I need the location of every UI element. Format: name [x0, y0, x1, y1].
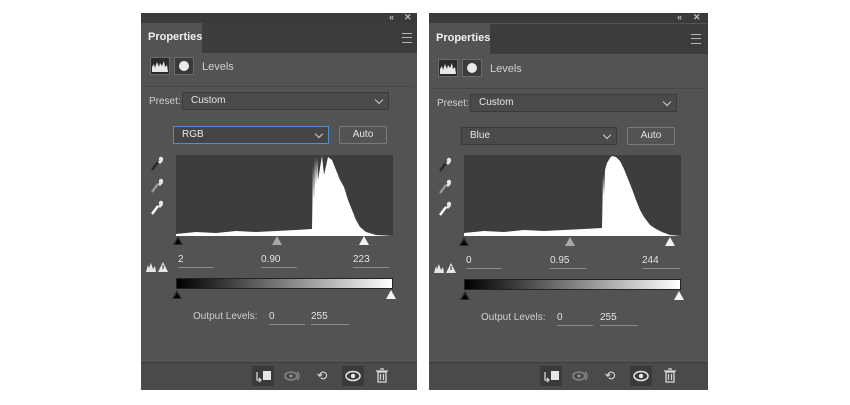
auto-button[interactable]: Auto [627, 127, 675, 145]
tab-bar: Properties [141, 23, 417, 53]
input-black-field[interactable]: 2 [178, 254, 214, 268]
view-previous-state-icon[interactable] [282, 366, 304, 386]
panel-top-strip: « ✕ [141, 12, 417, 23]
output-levels-slider[interactable] [460, 291, 684, 301]
channel-dropdown[interactable]: RGB [173, 126, 329, 144]
levels-adjustment-icon [150, 57, 170, 75]
histogram-shape [464, 156, 681, 236]
collapse-icon[interactable]: « [389, 12, 394, 22]
preset-label: Preset: [437, 98, 469, 109]
output-levels-label: Output Levels: [193, 311, 258, 322]
eye-icon[interactable] [342, 366, 364, 386]
output-black-field[interactable]: 0 [557, 312, 593, 326]
input-black-field[interactable]: 0 [466, 255, 502, 269]
output-white-field[interactable]: 255 [600, 312, 638, 326]
properties-panel-1: « ✕ Properties Levels Preset: Custom RGB… [141, 12, 417, 390]
channel-dropdown[interactable]: Blue [461, 127, 617, 145]
close-icon[interactable]: ✕ [693, 12, 701, 23]
black-point-eyedropper-icon[interactable] [438, 157, 452, 173]
input-white-handle[interactable] [665, 237, 675, 246]
output-white-handle[interactable] [386, 290, 396, 299]
tab-bar: Properties [429, 24, 708, 54]
properties-panel-2: « ✕ Properties Levels Preset: Custom Blu… [429, 12, 708, 390]
input-levels-slider[interactable] [173, 236, 393, 246]
input-white-field[interactable]: 244 [642, 255, 680, 269]
auto-button[interactable]: Auto [339, 126, 387, 144]
input-gamma-handle[interactable] [565, 237, 575, 246]
clipping-warning-icon[interactable] [434, 262, 456, 273]
input-gamma-field[interactable]: 0.90 [261, 254, 297, 268]
output-black-handle[interactable] [172, 290, 182, 299]
output-levels-label: Output Levels: [481, 312, 546, 323]
input-gamma-field[interactable]: 0.95 [550, 255, 586, 269]
tab-properties[interactable]: Properties [141, 23, 202, 53]
adjustment-title: Levels [490, 63, 522, 75]
layer-mask-icon[interactable] [174, 57, 194, 75]
input-white-handle[interactable] [359, 236, 369, 245]
bottom-toolbar: ⟲ [141, 362, 417, 390]
output-levels-slider[interactable] [172, 290, 396, 300]
close-icon[interactable]: ✕ [404, 12, 412, 23]
preset-label: Preset: [149, 96, 181, 107]
histogram-shape [176, 156, 393, 236]
histogram [464, 155, 681, 236]
input-white-field[interactable]: 223 [353, 254, 389, 268]
output-black-handle[interactable] [460, 291, 470, 300]
tab-properties[interactable]: Properties [429, 24, 490, 54]
preset-dropdown[interactable]: Custom [182, 92, 389, 110]
collapse-icon[interactable]: « [677, 12, 682, 22]
view-previous-state-icon[interactable] [570, 366, 592, 386]
channel-value: RGB [182, 129, 204, 140]
reset-icon[interactable]: ⟲ [311, 366, 333, 386]
preset-value: Custom [191, 95, 226, 106]
white-point-eyedropper-icon[interactable] [438, 201, 452, 217]
input-gamma-handle[interactable] [272, 236, 282, 245]
chevron-down-icon [314, 129, 324, 139]
black-point-eyedropper-icon[interactable] [150, 156, 164, 172]
output-gradient-bar [464, 279, 681, 290]
input-black-handle[interactable] [459, 237, 469, 246]
clipping-warning-icon[interactable] [146, 261, 168, 272]
trash-icon[interactable] [371, 366, 393, 386]
preset-dropdown[interactable]: Custom [470, 94, 677, 112]
layer-mask-icon[interactable] [462, 59, 482, 77]
divider [433, 88, 704, 89]
reset-icon[interactable]: ⟲ [599, 366, 621, 386]
chevron-down-icon [602, 130, 612, 140]
gray-point-eyedropper-icon[interactable] [438, 179, 452, 195]
output-black-field[interactable]: 0 [269, 311, 305, 325]
panel-menu-icon[interactable] [402, 33, 412, 43]
levels-adjustment-icon [438, 59, 458, 77]
histogram [176, 155, 393, 236]
gray-point-eyedropper-icon[interactable] [150, 178, 164, 194]
clip-to-layer-icon[interactable] [540, 366, 562, 386]
panel-menu-icon[interactable] [691, 34, 701, 44]
eye-icon[interactable] [630, 366, 652, 386]
trash-icon[interactable] [659, 366, 681, 386]
input-levels-slider[interactable] [459, 237, 681, 247]
output-white-field[interactable]: 255 [311, 311, 349, 325]
input-black-handle[interactable] [173, 236, 183, 245]
chevron-down-icon [374, 95, 384, 105]
channel-value: Blue [470, 130, 491, 141]
output-gradient-bar [176, 278, 393, 289]
preset-value: Custom [479, 97, 514, 108]
panel-top-strip: « ✕ [429, 12, 708, 23]
output-white-handle[interactable] [674, 291, 684, 300]
chevron-down-icon [662, 97, 672, 107]
adjustment-title: Levels [202, 61, 234, 73]
clip-to-layer-icon[interactable] [252, 366, 274, 386]
white-point-eyedropper-icon[interactable] [150, 200, 164, 216]
divider [145, 86, 413, 87]
bottom-toolbar: ⟲ [429, 362, 708, 390]
